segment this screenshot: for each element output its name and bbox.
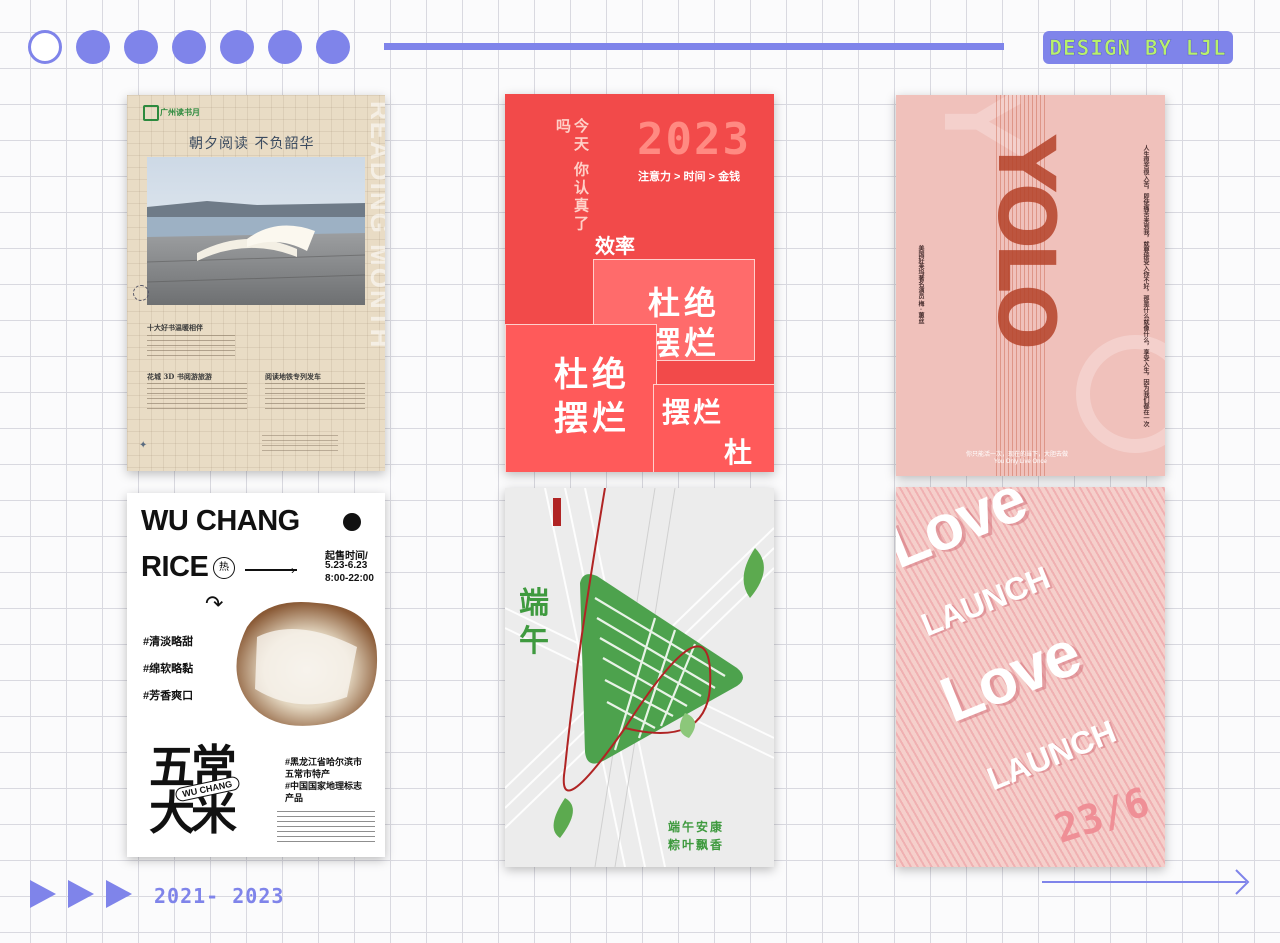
black-dot-icon <box>343 513 361 531</box>
block-text: 摆烂 <box>662 397 725 428</box>
formula-text: 注意力 > 时间 > 金钱 <box>638 171 741 183</box>
tag-item: #清淡略甜 <box>143 636 194 648</box>
sparkle-icon: ✦ <box>139 440 148 451</box>
section-heading: 花城 3D 书阅游旅游 <box>147 372 212 381</box>
dot-icon <box>220 30 254 64</box>
block-right: 摆烂 杜绝 <box>653 384 774 472</box>
efficiency-label: 效率 <box>595 236 635 258</box>
rice-photo <box>236 602 378 726</box>
dashed-loop-decoration <box>133 285 149 301</box>
sale-time: 8:00-22:00 <box>325 573 374 584</box>
dot-icon <box>76 30 110 64</box>
arrow-line <box>245 569 297 571</box>
side-caption-left: 美国好莱坞著名演员 梅 · 蕙丝 <box>917 245 923 324</box>
section-heading: 十大好书温暖相伴 <box>147 323 203 332</box>
section-body-lines <box>147 383 247 413</box>
section-heading: 阅读地铁专列发车 <box>265 372 321 381</box>
badge-text: DESIGN BY LJL <box>1049 35 1227 60</box>
tag-item: #绵软略黏 <box>143 663 194 675</box>
poster-dragon-boat[interactable]: 端 午 端午安康 粽叶飘香 <box>505 488 774 867</box>
book-photo <box>147 157 365 305</box>
blessing-line: 粽叶飘香 <box>668 838 725 852</box>
poster-love-launch[interactable]: Love LAUNCH Love LAUNCH 23/6 <box>896 487 1165 867</box>
vertical-question: 今天 你认真了吗 <box>554 118 589 234</box>
footer-arrow-line <box>1042 881 1246 883</box>
vertical-title: READING MONTH <box>365 101 385 350</box>
dot-icon <box>316 30 350 64</box>
hot-badge: 热 <box>213 557 235 579</box>
headline-line2: RICE <box>141 551 209 583</box>
origin-line: 产品 <box>285 793 304 803</box>
brand-name: 广州读书月 <box>160 108 200 117</box>
year-2023: 2023 <box>637 114 751 165</box>
blessing-line: 端午安康 <box>668 820 725 834</box>
ring-dot-icon <box>28 30 62 64</box>
body-text-lines <box>277 811 375 843</box>
play-arrow-icon <box>68 880 94 908</box>
poster-title: 朝夕阅读 不负韶华 <box>189 136 315 152</box>
block-left: 杜绝 摆烂 <box>505 324 657 472</box>
block-text: 杜绝 <box>724 437 756 468</box>
block-text: 杜绝 <box>554 356 630 394</box>
block-text: 摆烂 <box>554 400 630 438</box>
design-badge: DESIGN BY LJL <box>1043 31 1233 64</box>
title-char: 午 <box>519 625 549 658</box>
dot-icon <box>172 30 206 64</box>
section-body-lines <box>147 335 235 359</box>
footer-en: You Only Live Once <box>994 459 1047 465</box>
header-bar <box>384 43 1004 50</box>
years-label: 2021- 2023 <box>154 884 285 908</box>
credits-lines <box>262 435 338 455</box>
sale-dates: 5.23-6.23 <box>325 560 368 571</box>
dot-icon <box>124 30 158 64</box>
side-caption-right: 人生很苦很入苦，即使痛苦来到我，就要接受入你不好，那是什么就像什么，享受入生，因… <box>1142 145 1148 427</box>
poster-efficiency[interactable]: 今天 你认真了吗 2023 注意力 > 时间 > 金钱 效率 杜绝 摆烂 杜绝 … <box>505 94 774 472</box>
section-body-lines <box>265 383 365 413</box>
footer-cn: 你只能活一次，现在的当下，大胆去做 <box>966 452 1069 458</box>
poster-reading-month[interactable]: 广州读书月 朝夕阅读 不负韶华 READING MONTH 十大好书温暖相伴 花… <box>127 95 385 471</box>
play-arrow-icon <box>30 880 56 908</box>
dot-icon <box>268 30 302 64</box>
curved-arrow-icon: ↷ <box>205 591 224 616</box>
brand-logo-icon <box>143 105 159 121</box>
yolo-word: YOLO <box>980 135 1070 345</box>
headline-line1: WU CHANG <box>141 505 300 537</box>
zongzi-illustration <box>505 488 774 867</box>
tag-item: #芳香爽口 <box>143 690 194 702</box>
arrow-right-icon: › <box>291 563 295 577</box>
arrow-head-icon <box>1235 869 1250 895</box>
block-text: 摆烂 <box>648 325 721 361</box>
poster-yolo[interactable]: Y YOLO 美国好莱坞著名演员 梅 · 蕙丝 人生很苦很入苦，即使痛苦来到我，… <box>896 95 1165 476</box>
play-arrow-icon <box>106 880 132 908</box>
poster-wuchang-rice[interactable]: WU CHANG RICE 热 › 起售时间/ 5.23-6.23 8:00-2… <box>127 493 385 857</box>
